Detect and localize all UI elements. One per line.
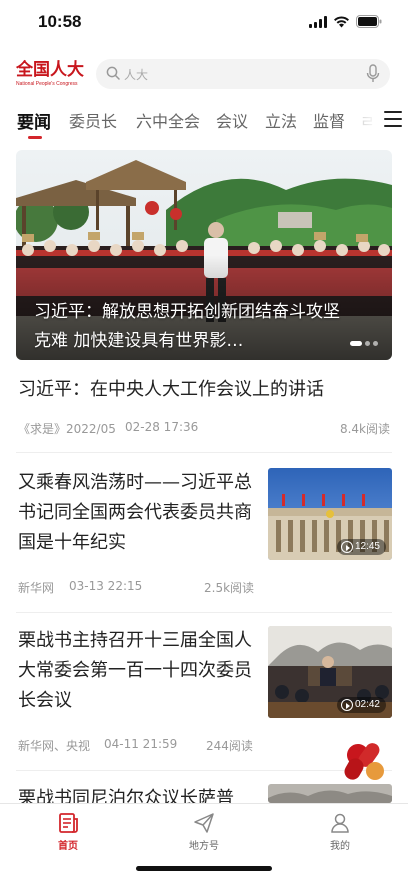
news-item-thumbnail[interactable] (268, 784, 392, 803)
news-item-thumbnail[interactable]: 02:42 (268, 626, 392, 718)
npc-logo: 全国人大 National People's Congress (16, 60, 86, 92)
status-bar: 10:58 (0, 0, 408, 46)
nav-local-accounts[interactable]: 地方号 (164, 812, 244, 852)
news-item-reads: 2.5k阅读 (204, 581, 255, 595)
search-placeholder: 人大 (124, 68, 149, 82)
video-duration: 02:42 (354, 699, 380, 710)
news-icon (59, 813, 78, 833)
news-item-reads: 244阅读 (206, 739, 253, 753)
play-icon (340, 541, 353, 553)
featured-article-time: 02-28 17:36 (125, 420, 199, 434)
active-tab-indicator (28, 136, 42, 139)
home-indicator (136, 866, 272, 871)
paper-plane-icon (194, 813, 214, 833)
tab-chairman[interactable]: 委员长 (69, 108, 117, 132)
news-item-title[interactable]: 栗战书主持召开十三届全国人大常委会第一百一十四次委员长会议 (18, 626, 254, 716)
cellular-signal-icon (309, 15, 327, 28)
divider (16, 612, 392, 613)
status-time: 10:58 (38, 12, 82, 31)
news-item-title[interactable]: 又乘春风浩荡时——习近平总书记同全国两会代表委员共商国是十年纪实 (18, 468, 254, 558)
hero-caption: 习近平：解放思想开拓创新团结奋斗攻坚克难 加快建设具有世界影… (34, 302, 340, 351)
tabs-fade (348, 104, 378, 140)
news-item-time: 03-13 22:15 (69, 579, 143, 593)
video-duration-badge: 12:45 (336, 539, 386, 555)
play-icon (340, 699, 353, 711)
wifi-icon (334, 15, 349, 27)
news-item-thumbnail[interactable]: 12:45 (268, 468, 392, 560)
video-duration: 12:45 (354, 541, 380, 552)
category-tabs: 要闻 委员长 六中全会 会议 立法 监督 ㄹ (0, 104, 408, 140)
video-duration-badge: 02:42 (336, 697, 386, 713)
status-icons (309, 15, 382, 28)
floating-action-button[interactable] (344, 740, 388, 784)
microphone-icon[interactable] (366, 64, 380, 84)
logo-chinese-text: 全国人大 (16, 60, 84, 80)
divider (16, 770, 392, 771)
news-item-title[interactable]: 栗战书同尼泊尔众议长萨普 (18, 784, 254, 803)
featured-article-source: 《求是》2022/05 (18, 422, 116, 436)
tab-supervision[interactable]: 监督 (313, 108, 345, 132)
carousel-indicator (350, 341, 378, 346)
bottom-navigation: 首页 地方号 我的 (0, 803, 408, 883)
featured-article-title[interactable]: 习近平：在中央人大工作会议上的讲话 (18, 376, 390, 404)
logo-english-text: National People's Congress (16, 81, 78, 87)
nav-home[interactable]: 首页 (28, 812, 108, 852)
app-header: 全国人大 National People's Congress 人大 (0, 58, 408, 94)
tab-legislation[interactable]: 立法 (265, 108, 297, 132)
hero-banner[interactable]: 习近平：解放思想开拓创新团结奋斗攻坚克难 加快建设具有世界影… (16, 150, 392, 360)
search-input[interactable]: 人大 (96, 59, 390, 89)
menu-icon[interactable] (378, 111, 408, 127)
npc-flower-logo-icon (344, 743, 384, 780)
nav-local-accounts-label: 地方号 (189, 841, 219, 852)
news-item-source: 新华网 (18, 581, 55, 595)
divider (16, 452, 392, 453)
tab-sixth-plenary[interactable]: 六中全会 (136, 108, 200, 132)
news-item-source: 新华网、央视 (18, 739, 91, 753)
profile-icon (331, 813, 349, 833)
tab-headlines[interactable]: 要闻 (17, 108, 51, 133)
nav-profile[interactable]: 我的 (300, 812, 380, 852)
tab-meetings[interactable]: 会议 (216, 108, 248, 132)
featured-article-reads: 8.4k阅读 (339, 422, 390, 436)
nav-home-label: 首页 (58, 841, 78, 852)
news-photo (268, 784, 392, 803)
search-icon (106, 66, 120, 80)
news-item-time: 04-11 21:59 (104, 737, 178, 751)
nav-profile-label: 我的 (330, 841, 350, 852)
battery-icon (356, 15, 382, 28)
